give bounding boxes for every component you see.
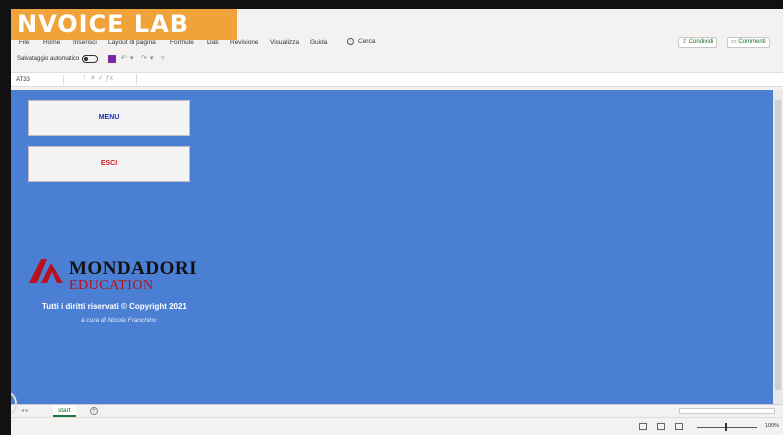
logo-word-mondadori: MONDADORI	[69, 258, 197, 279]
customize-toolbar-icon[interactable]: ▿	[161, 54, 165, 62]
more-icon[interactable]: ⋮	[81, 75, 90, 82]
name-box[interactable]: AT33	[14, 75, 64, 85]
copyright-text: Tutti i diritti riservati © Copyright 20…	[42, 302, 187, 311]
save-icon[interactable]	[108, 55, 116, 63]
menu-file[interactable]: File	[19, 39, 29, 46]
exit-button[interactable]: ESCI	[28, 146, 190, 182]
share-icon: ⇪	[682, 39, 689, 45]
page-break-view-icon[interactable]	[675, 423, 683, 430]
menu-home[interactable]: Home	[43, 39, 60, 46]
confirm-icon[interactable]: ✓	[98, 75, 106, 82]
function-icon[interactable]: ƒx	[106, 75, 113, 82]
sheet-tab-bar: ◂ ▸ start +	[11, 404, 783, 417]
menu-data[interactable]: Dati	[207, 39, 219, 46]
menu-insert[interactable]: Inserisci	[73, 39, 97, 46]
comments-button[interactable]: ▭ Commenti	[727, 37, 770, 48]
formula-controls: ⋮ ✕ ✓ ƒx	[81, 74, 113, 82]
worksheet-area[interactable]: MENU ESCI MONDADORI EDUCATION Tutti i di…	[11, 90, 773, 404]
status-bar: 100%	[11, 417, 783, 435]
zoom-level[interactable]: 100%	[765, 423, 779, 429]
page-layout-view-icon[interactable]	[657, 423, 665, 430]
redo-icon[interactable]: ↷	[141, 54, 147, 62]
menu-button[interactable]: MENU	[28, 100, 190, 136]
menu-view[interactable]: Visualizza	[270, 39, 299, 46]
vertical-scrollbar[interactable]	[773, 90, 783, 404]
excel-window: NVOICE LAB File Home Inserisci Layout di…	[11, 9, 783, 435]
invoice-lab-banner: NVOICE LAB	[11, 9, 237, 40]
author-credit: a cura di Nicola Franchino	[81, 317, 157, 324]
menu-formulas[interactable]: Formule	[170, 39, 194, 46]
menu-help[interactable]: Guida	[310, 39, 327, 46]
mondadori-logo-mark	[29, 259, 63, 283]
undo-dropdown-icon[interactable]: ▾	[130, 54, 134, 62]
search-box[interactable]: Cerca	[347, 38, 375, 45]
mondadori-education-logo: MONDADORI EDUCATION	[27, 256, 227, 298]
redo-dropdown-icon[interactable]: ▾	[150, 54, 154, 62]
menu-review[interactable]: Revisione	[230, 39, 259, 46]
formula-bar: AT33 ⋮ ✕ ✓ ƒx	[11, 72, 783, 87]
menu-page-layout[interactable]: Layout di pagina	[108, 39, 156, 46]
search-icon	[347, 38, 354, 45]
quick-access-toolbar: Salvataggio automatico ↶ ▾ ↷ ▾ ▿	[11, 52, 783, 68]
zoom-slider[interactable]	[697, 427, 757, 428]
horizontal-scrollbar[interactable]	[679, 408, 775, 414]
autosave-toggle[interactable]	[82, 55, 98, 63]
logo-word-education: EDUCATION	[69, 278, 154, 293]
share-button[interactable]: ⇪ Condividi	[678, 37, 718, 48]
formula-input[interactable]	[136, 74, 776, 85]
share-label: Condividi	[688, 39, 714, 45]
sheet-tab-start[interactable]: start	[53, 405, 76, 417]
comments-label: Commenti	[738, 39, 766, 45]
normal-view-icon[interactable]	[639, 423, 647, 430]
undo-icon[interactable]: ↶	[121, 54, 127, 62]
autosave-label: Salvataggio automatico	[17, 56, 80, 62]
search-label: Cerca	[358, 38, 376, 45]
vertical-scroll-thumb[interactable]	[775, 100, 781, 390]
add-sheet-icon[interactable]: +	[90, 407, 98, 415]
zoom-slider-thumb[interactable]	[725, 423, 727, 431]
cancel-icon[interactable]: ✕	[90, 75, 98, 82]
sheet-nav-arrows-icon[interactable]: ◂ ▸	[21, 407, 29, 414]
